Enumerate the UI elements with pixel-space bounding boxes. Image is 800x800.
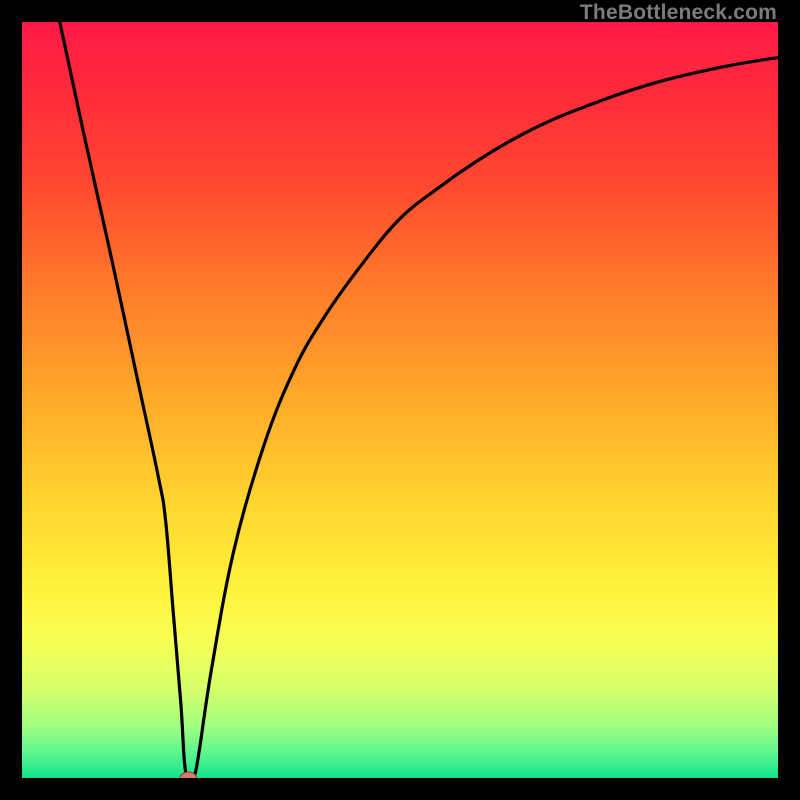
watermark-text: TheBottleneck.com [580, 1, 777, 25]
chart-svg [22, 22, 778, 778]
gradient-background [22, 22, 778, 778]
chart-frame [22, 22, 778, 778]
